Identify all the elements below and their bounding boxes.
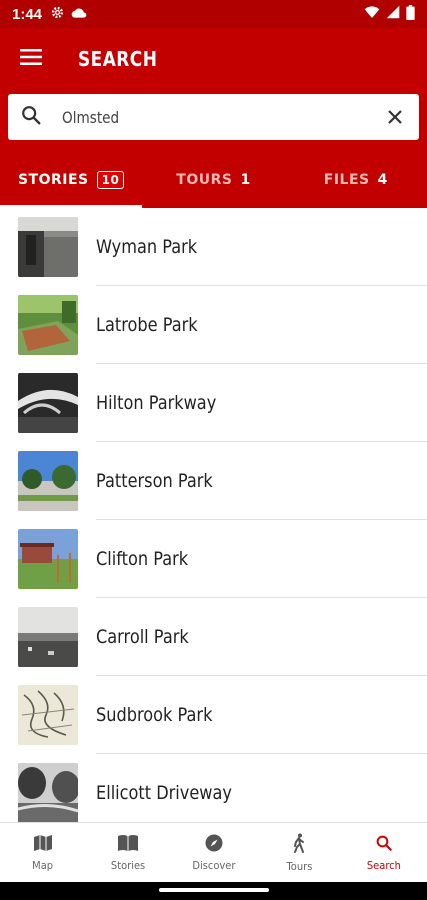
result-thumbnail [18, 373, 78, 433]
result-thumbnail [18, 295, 78, 355]
status-bar: 1:44 [0, 0, 427, 28]
wifi-icon [364, 5, 380, 23]
nav-tours-label: Tours [285, 859, 312, 873]
map-icon [33, 834, 53, 855]
nav-map[interactable]: Map [0, 823, 85, 882]
nav-stories[interactable]: Stories [85, 823, 170, 882]
nav-discover[interactable]: Discover [171, 823, 256, 882]
compass-icon [205, 834, 223, 855]
result-thumbnail [18, 217, 78, 277]
battery-icon [406, 4, 415, 24]
close-icon [388, 110, 402, 124]
result-thumbnail [18, 451, 78, 511]
result-title: Wyman Park [96, 236, 198, 258]
walking-icon [291, 833, 307, 856]
list-item[interactable]: Wyman Park [0, 208, 427, 286]
page-title: SEARCH [78, 47, 158, 71]
gear-icon [50, 5, 65, 24]
result-title: Sudbrook Park [96, 704, 213, 726]
tab-tours[interactable]: TOURS 1 [142, 152, 284, 208]
tab-stories-label: STORIES [17, 172, 89, 188]
result-title: Patterson Park [96, 470, 213, 492]
search-box [8, 94, 419, 140]
home-gesture-handle[interactable] [158, 888, 269, 892]
results-tabs: STORIES 10 TOURS 1 FILES 4 [0, 152, 427, 208]
result-thumbnail [18, 685, 78, 745]
result-title: Ellicott Driveway [96, 782, 232, 804]
nav-map-label: Map [32, 858, 54, 872]
signal-icon [386, 5, 400, 23]
menu-button[interactable] [0, 28, 62, 90]
list-item[interactable]: Clifton Park [0, 520, 427, 598]
results-list: Wyman Park Latrobe Park Hilton Parkway P… [0, 208, 427, 822]
list-item[interactable]: Hilton Parkway [0, 364, 427, 442]
list-item[interactable]: Patterson Park [0, 442, 427, 520]
list-item[interactable]: Carroll Park [0, 598, 427, 676]
result-thumbnail [18, 763, 78, 822]
tab-tours-label: TOURS [176, 172, 233, 188]
search-icon [375, 834, 393, 855]
result-title: Hilton Parkway [96, 392, 217, 414]
tab-stories[interactable]: STORIES 10 [0, 152, 143, 208]
result-title: Latrobe Park [96, 314, 198, 336]
result-title: Clifton Park [96, 548, 189, 570]
hamburger-menu-icon [20, 48, 42, 70]
tab-stories-count: 10 [96, 171, 125, 189]
book-icon [117, 834, 139, 855]
nav-tours[interactable]: Tours [256, 823, 341, 882]
nav-search-label: Search [367, 858, 402, 872]
status-time: 1:44 [12, 5, 43, 23]
search-input[interactable] [62, 107, 335, 127]
nav-stories-label: Stories [110, 858, 146, 872]
tab-files-count: 4 [377, 172, 388, 188]
list-item[interactable]: Latrobe Park [0, 286, 427, 364]
app-bar: SEARCH [0, 28, 427, 90]
cloud-icon [71, 6, 87, 23]
search-bar [0, 90, 427, 152]
nav-search[interactable]: Search [342, 823, 427, 882]
clear-search-button[interactable] [383, 105, 407, 129]
search-icon [20, 104, 42, 131]
gesture-navigation-bar [0, 882, 427, 900]
tab-files-label: FILES [323, 172, 370, 188]
tab-files[interactable]: FILES 4 [285, 152, 427, 208]
result-thumbnail [18, 529, 78, 589]
tab-tours-count: 1 [240, 172, 251, 188]
list-item[interactable]: Ellicott Driveway [0, 754, 427, 822]
result-thumbnail [18, 607, 78, 667]
result-title: Carroll Park [96, 626, 189, 648]
bottom-navigation: Map Stories Discover Tours Search [0, 822, 427, 882]
list-item[interactable]: Sudbrook Park [0, 676, 427, 754]
nav-discover-label: Discover [191, 858, 236, 872]
